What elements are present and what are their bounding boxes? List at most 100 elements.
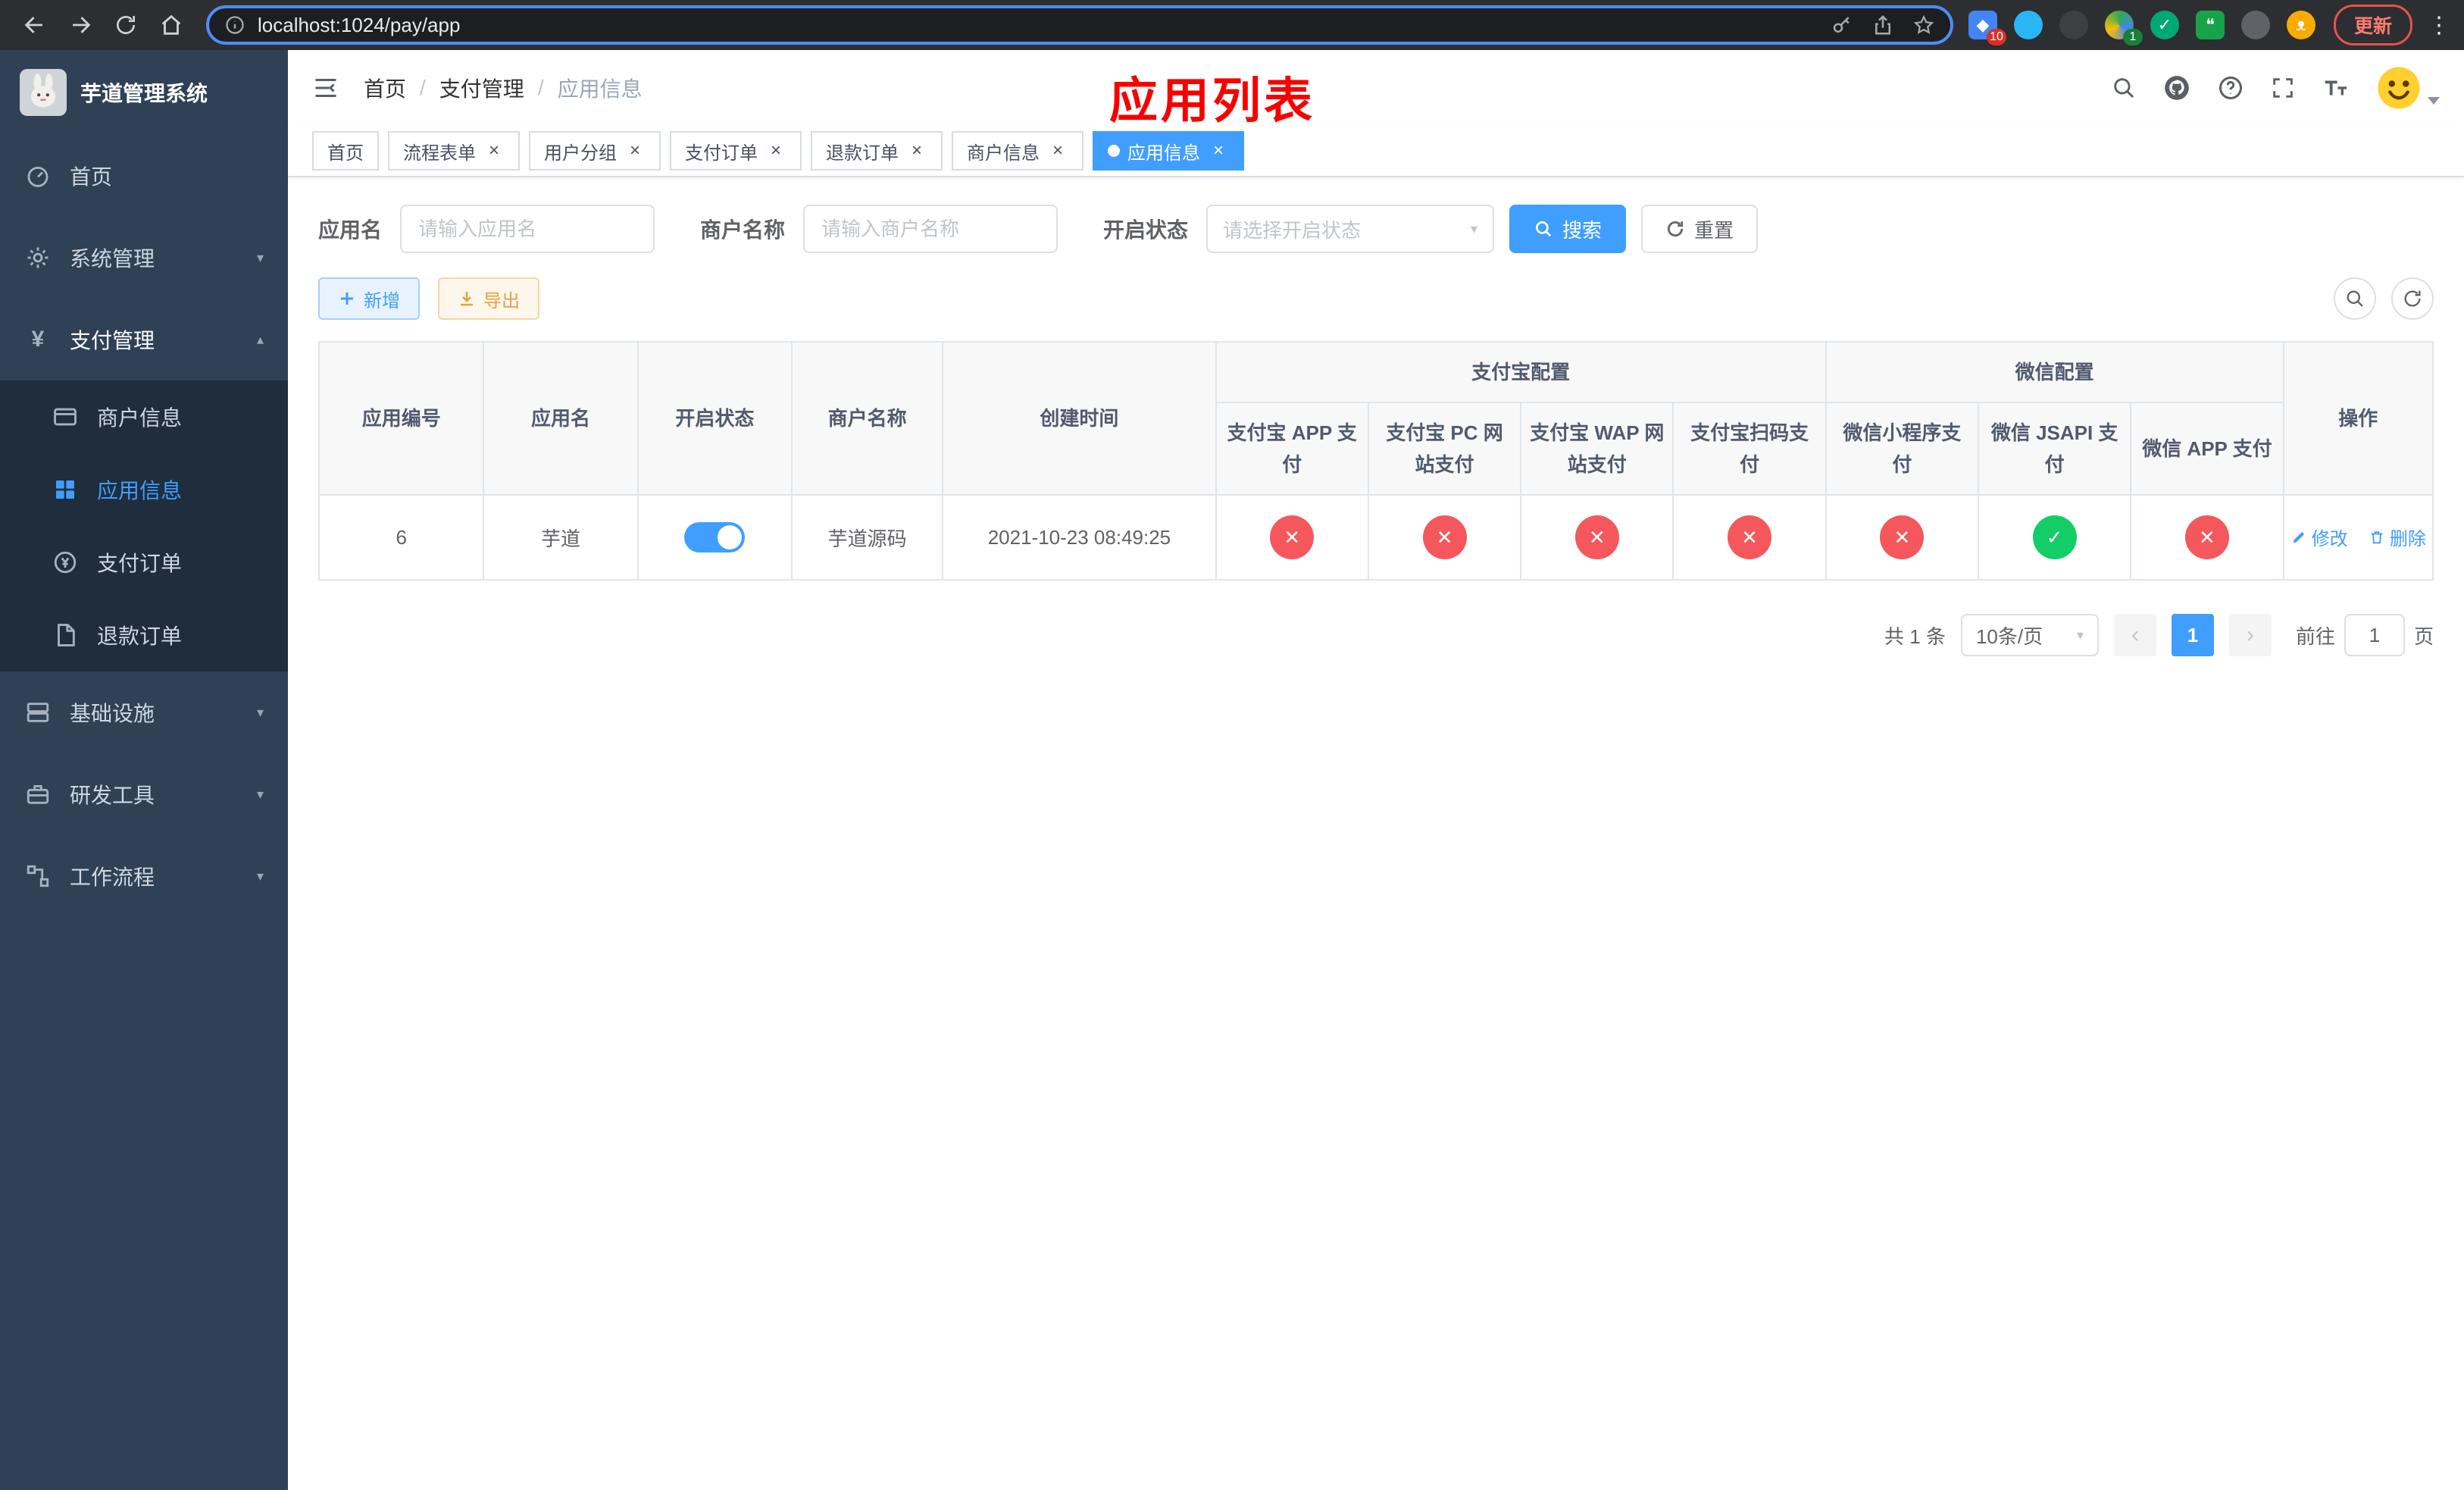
hamburger-icon bbox=[315, 79, 336, 97]
status-select[interactable]: 请选择开启状态 ▾ bbox=[1206, 205, 1495, 253]
tab-process-form[interactable]: 流程表单 × bbox=[388, 131, 520, 171]
extension-icon-3[interactable] bbox=[2059, 11, 2088, 39]
header-search-button[interactable] bbox=[2111, 75, 2137, 101]
bookmark-star-icon[interactable] bbox=[1912, 14, 1935, 36]
omnibox-actions bbox=[1831, 14, 1935, 36]
extension-icon-8[interactable]: ᴥ bbox=[2286, 11, 2315, 39]
add-button[interactable]: 新增 bbox=[318, 277, 420, 320]
breadcrumb-section[interactable]: 支付管理 bbox=[439, 73, 524, 103]
tab-app-info[interactable]: 应用信息 × bbox=[1093, 131, 1244, 171]
tab-home[interactable]: 首页 bbox=[312, 131, 379, 171]
sidebar-item-label: 系统管理 bbox=[70, 247, 155, 271]
tab-label: 用户分组 bbox=[544, 142, 617, 164]
home-button[interactable] bbox=[152, 5, 191, 45]
chevron-down-icon: ▾ bbox=[256, 249, 264, 265]
fullscreen-button[interactable] bbox=[2270, 75, 2296, 101]
edit-link[interactable]: 修改 bbox=[2290, 524, 2348, 550]
col-header-alipay-pc: 支付宝 PC 网站支付 bbox=[1367, 402, 1522, 496]
cell-id: 6 bbox=[318, 494, 485, 581]
tab-close-icon[interactable]: × bbox=[765, 140, 786, 161]
col-header-id: 应用编号 bbox=[318, 341, 485, 496]
reset-button-label: 重置 bbox=[1694, 218, 1734, 242]
font-size-button[interactable] bbox=[2322, 74, 2350, 102]
pagination-total: 共 1 条 bbox=[1884, 624, 1946, 648]
app-table: 应用编号 应用名 开启状态 商户名称 创建时间 支付宝配置 微信配置 操作 支付… bbox=[318, 341, 2434, 581]
reset-button[interactable]: 重置 bbox=[1641, 205, 1759, 253]
password-key-icon[interactable] bbox=[1831, 14, 1853, 36]
extension-chat-glyph: ❝ bbox=[2195, 11, 2225, 39]
sidebar-item-infrastructure[interactable]: 基础设施 ▾ bbox=[0, 671, 288, 753]
sidebar-item-refund-orders[interactable]: 退款订单 bbox=[0, 599, 288, 671]
site-info-icon[interactable] bbox=[224, 14, 245, 36]
sidebar-item-workflow[interactable]: 工作流程 ▾ bbox=[0, 835, 288, 917]
goto-page-input[interactable] bbox=[2344, 614, 2405, 656]
github-icon bbox=[2165, 76, 2189, 100]
status-toggle[interactable] bbox=[684, 522, 746, 552]
sidebar-item-devtools[interactable]: 研发工具 ▾ bbox=[0, 753, 288, 835]
extension-icon-7[interactable] bbox=[2240, 11, 2270, 39]
tab-close-icon[interactable]: × bbox=[1208, 140, 1229, 161]
sidebar-item-home[interactable]: 首页 bbox=[0, 135, 288, 217]
tab-refund-order[interactable]: 退款订单 × bbox=[811, 131, 943, 171]
url-text[interactable]: localhost:1024/pay/app bbox=[258, 14, 460, 37]
user-avatar bbox=[2378, 67, 2420, 109]
sidebar-item-merchant-info[interactable]: 商户信息 bbox=[0, 380, 288, 453]
tab-close-icon[interactable]: × bbox=[483, 140, 505, 161]
rabbit-logo-icon bbox=[30, 74, 56, 108]
delete-link[interactable]: 删除 bbox=[2369, 524, 2426, 550]
back-button[interactable] bbox=[15, 5, 55, 45]
github-button[interactable] bbox=[2162, 74, 2191, 102]
address-bar[interactable]: localhost:1024/pay/app bbox=[206, 5, 1953, 45]
tab-user-group[interactable]: 用户分组 × bbox=[529, 131, 661, 171]
extension-icon-6[interactable]: ❝ bbox=[2195, 11, 2225, 39]
sidebar-item-label: 研发工具 bbox=[70, 784, 155, 807]
tab-merchant-info[interactable]: 商户信息 × bbox=[952, 131, 1083, 171]
extension-icon-2[interactable] bbox=[2013, 11, 2043, 39]
tab-close-icon[interactable]: × bbox=[906, 140, 927, 161]
next-page-button[interactable]: › bbox=[2228, 614, 2272, 656]
alipay-pc-status-icon: ✕ bbox=[1422, 515, 1467, 559]
extension-glyph bbox=[2059, 11, 2088, 39]
browser-update-button[interactable]: 更新 bbox=[2333, 5, 2412, 45]
search-button[interactable]: 搜索 bbox=[1509, 205, 1627, 253]
alipay-app-status-icon: ✕ bbox=[1270, 515, 1315, 559]
fullscreen-icon bbox=[2273, 78, 2293, 98]
extension-icon-4[interactable]: 1 bbox=[2104, 11, 2143, 45]
app-name-input[interactable] bbox=[400, 205, 655, 253]
extension-icon-5[interactable]: ✓ bbox=[2150, 11, 2179, 39]
sidebar-collapse-button[interactable] bbox=[312, 74, 339, 102]
refresh-table-button[interactable] bbox=[2391, 277, 2434, 320]
navbar: 首页 / 支付管理 / 应用信息 应用列表 bbox=[288, 50, 2464, 128]
sidebar-item-app-info[interactable]: 应用信息 bbox=[0, 453, 288, 526]
reload-button[interactable] bbox=[106, 5, 145, 45]
delete-link-label: 删除 bbox=[2389, 529, 2426, 550]
page-number-button[interactable]: 1 bbox=[2171, 614, 2214, 656]
wechat-app-status-icon: ✕ bbox=[2184, 515, 2229, 559]
tab-close-icon[interactable]: × bbox=[1047, 140, 1068, 161]
sidebar-item-payment[interactable]: ¥ 支付管理 ▴ bbox=[0, 299, 288, 380]
export-button[interactable]: 导出 bbox=[438, 277, 539, 320]
browser-menu-button[interactable]: ⋮ bbox=[2428, 12, 2450, 39]
tab-close-icon[interactable]: × bbox=[624, 140, 646, 161]
prev-page-button[interactable]: ‹ bbox=[2113, 614, 2156, 656]
table-toolbar: 新增 导出 bbox=[318, 277, 2434, 320]
sidebar-item-label: 工作流程 bbox=[70, 866, 155, 889]
breadcrumb-home[interactable]: 首页 bbox=[364, 73, 406, 103]
app-logo-link[interactable]: 芋道管理系统 bbox=[0, 50, 288, 135]
sidebar-item-label: 退款订单 bbox=[97, 624, 183, 648]
toggle-search-button[interactable] bbox=[2334, 277, 2376, 320]
extensions-area: ◆ 10 1 ✓ ❝ ᴥ bbox=[1968, 11, 2315, 45]
page-size-select[interactable]: 10条/页 ▾ bbox=[1960, 614, 2099, 656]
sidebar-item-system[interactable]: 系统管理 ▾ bbox=[0, 217, 288, 299]
merchant-name-input[interactable] bbox=[803, 205, 1058, 253]
main-area: 首页 / 支付管理 / 应用信息 应用列表 首页 流程表单 × 用户分组 × 支… bbox=[288, 50, 2464, 1490]
chevron-down-icon: ▾ bbox=[1471, 221, 1478, 236]
user-menu[interactable] bbox=[2376, 65, 2440, 111]
help-button[interactable] bbox=[2217, 74, 2244, 102]
tab-payment-order[interactable]: 支付订单 × bbox=[670, 131, 802, 171]
back-icon bbox=[24, 17, 42, 33]
sidebar-item-payment-orders[interactable]: 支付订单 bbox=[0, 526, 288, 599]
forward-button[interactable] bbox=[61, 5, 100, 45]
share-icon[interactable] bbox=[1871, 14, 1894, 36]
extension-icon-1[interactable]: ◆ 10 bbox=[1968, 11, 2006, 45]
